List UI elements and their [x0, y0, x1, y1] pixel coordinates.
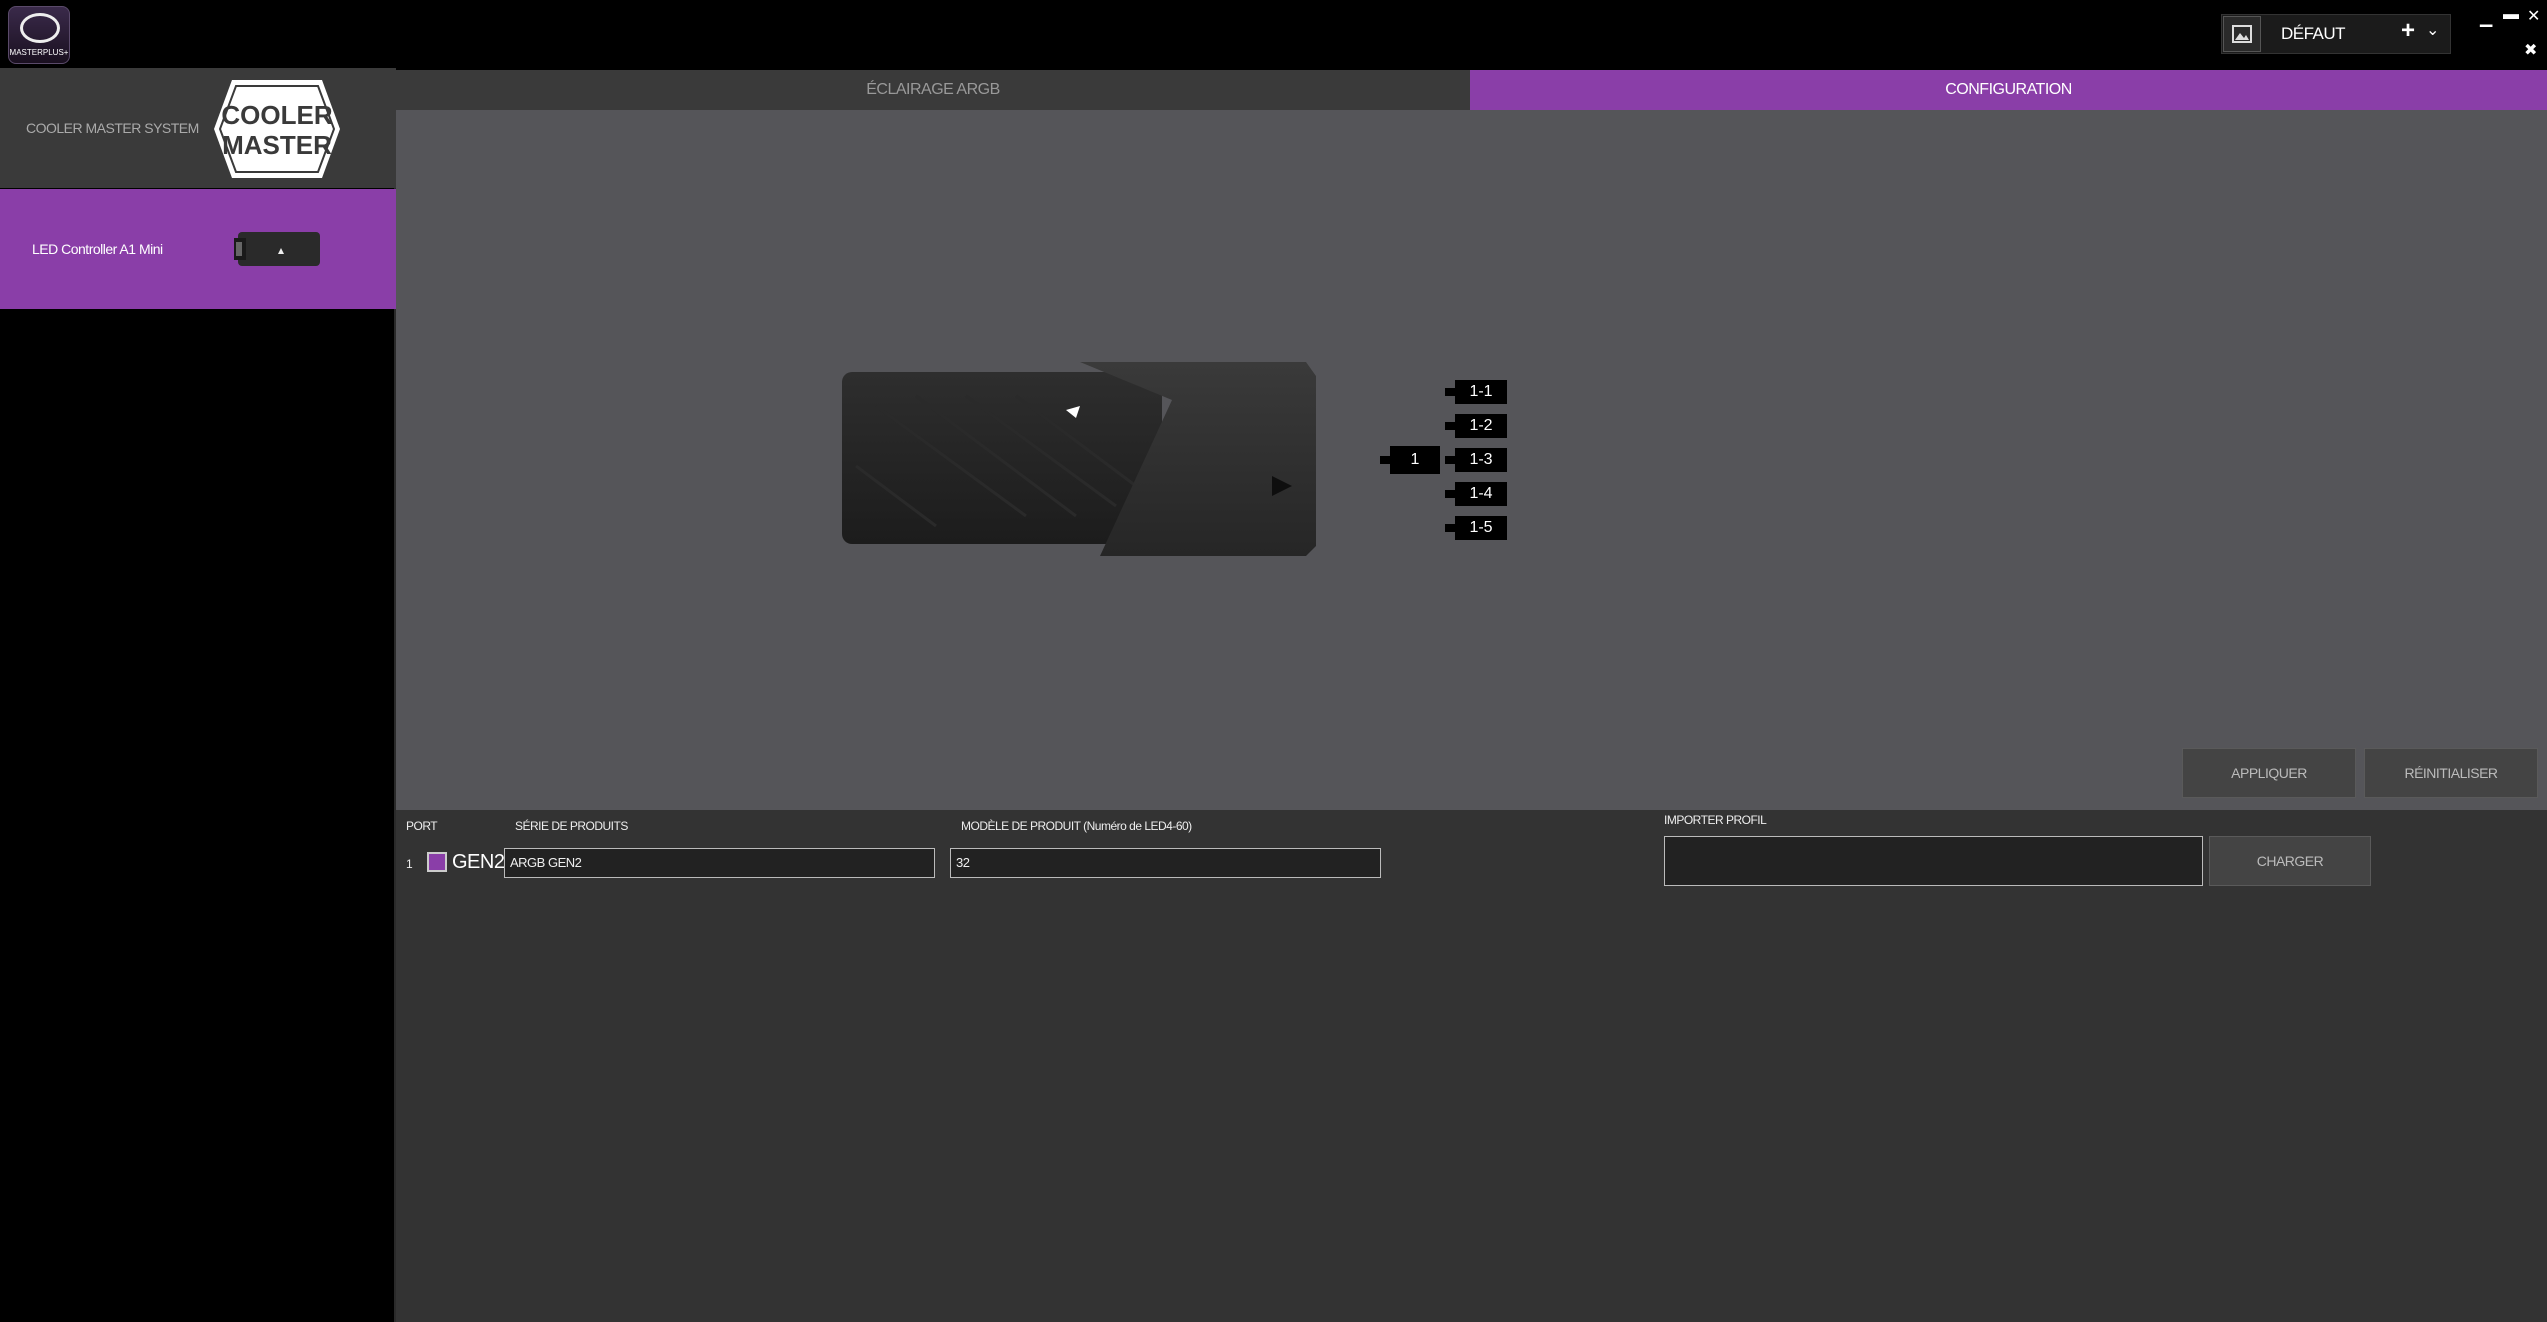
- import-profile-field[interactable]: [1664, 836, 2203, 886]
- product-series-select[interactable]: ARGB GEN2: [504, 848, 935, 878]
- sidebar-item-label: COOLER MASTER SYSTEM: [26, 120, 199, 136]
- port-config-panel: [396, 810, 2547, 1322]
- load-button[interactable]: CHARGER: [2209, 836, 2371, 886]
- port-color-swatch[interactable]: [427, 852, 447, 872]
- plus-icon[interactable]: +: [2401, 17, 2415, 45]
- sidebar-item-led-controller[interactable]: LED Controller A1 Mini: [0, 189, 396, 309]
- port-1-3[interactable]: 1-3: [1455, 448, 1507, 472]
- product-model-input[interactable]: 32: [950, 848, 1381, 878]
- column-header-port: PORT: [406, 819, 438, 833]
- sidebar-item-label: LED Controller A1 Mini: [32, 241, 163, 257]
- profile-name[interactable]: DÉFAUT: [2281, 24, 2346, 44]
- tab-configuration[interactable]: CONFIGURATION: [1470, 70, 2547, 110]
- row-gen-label: GEN2: [452, 851, 505, 873]
- chevron-down-icon[interactable]: ⌄: [2426, 20, 2439, 40]
- title-bar: [0, 0, 2547, 68]
- column-header-model: MODÈLE DE PRODUIT (Numéro de LED4-60): [961, 819, 1192, 833]
- port-1-5[interactable]: 1-5: [1455, 516, 1507, 540]
- minimize-icon[interactable]: ▁: [2480, 8, 2492, 28]
- port-1-4[interactable]: 1-4: [1455, 482, 1507, 506]
- reset-button[interactable]: RÉINITIALISER: [2364, 748, 2538, 798]
- svg-text:MASTER: MASTER: [222, 130, 332, 160]
- pin-icon[interactable]: ✖: [2524, 40, 2537, 60]
- svg-text:COOLER: COOLER: [221, 100, 332, 130]
- port-1-1[interactable]: 1-1: [1455, 380, 1507, 404]
- column-header-series: SÉRIE DE PRODUITS: [515, 819, 628, 833]
- row-port-number: 1: [406, 857, 413, 871]
- close-icon[interactable]: ✕: [2527, 6, 2540, 26]
- port-1-2[interactable]: 1-2: [1455, 414, 1507, 438]
- led-controller-device-image: [842, 362, 1316, 556]
- tab-argb-lighting[interactable]: ÉCLAIRAGE ARGB: [396, 70, 1470, 110]
- cooler-master-logo-icon: COOLER MASTER: [214, 80, 340, 178]
- apply-button[interactable]: APPLIQUER: [2182, 748, 2356, 798]
- led-controller-image: [234, 232, 320, 266]
- masterplus-logo-icon[interactable]: MASTERPLUS+: [8, 6, 70, 64]
- port-main[interactable]: 1: [1390, 446, 1440, 474]
- maximize-icon[interactable]: ▬: [2503, 6, 2519, 24]
- image-icon[interactable]: [2223, 16, 2261, 52]
- import-profile-label: IMPORTER PROFIL: [1664, 813, 1767, 827]
